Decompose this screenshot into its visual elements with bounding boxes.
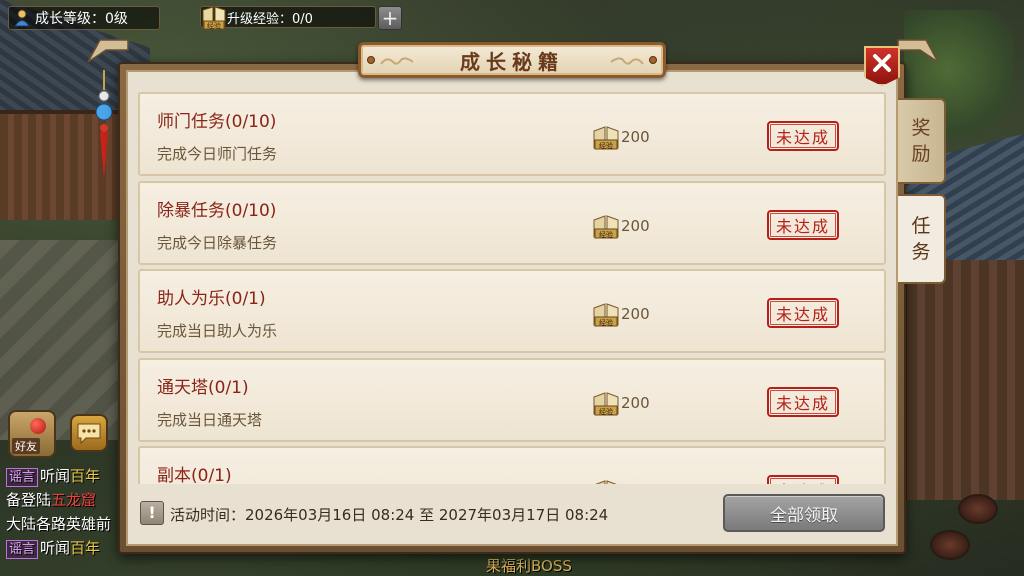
task-description: 完成当日通天塔 — [157, 410, 263, 429]
exp-book-icon: 经验 — [202, 6, 226, 30]
boss-banner-text[interactable]: 果福利BOSS — [486, 555, 572, 576]
growth-level-label: 成长等级：0级 — [35, 11, 128, 27]
add-exp-button[interactable]: + — [378, 6, 402, 30]
exp-book-text: 经验 — [599, 141, 613, 150]
claim-all-button[interactable]: 全部领取 — [723, 494, 885, 532]
cloud-swirl-icon — [610, 57, 644, 65]
exp-book-icon: 经验 — [593, 214, 619, 239]
task-row: 助人为乐(0/1) 完成当日助人为乐 经验 200 未达成 — [138, 269, 886, 353]
exp-book-icon: 经验 — [593, 126, 619, 150]
exp-book-icon: 经验 — [595, 480, 617, 484]
task-title: 助人为乐(0/1) — [157, 289, 266, 309]
chat-bubble-icon — [77, 423, 101, 444]
chat-text: 备登陆 — [6, 491, 52, 509]
jade-pendant-icon[interactable] — [92, 70, 116, 190]
rumor-tag: 谣言 — [6, 468, 39, 487]
panel-corner-ornament — [87, 39, 129, 63]
tab-rewards-label-top: 奖 — [911, 117, 931, 139]
task-title: 副本(0/1) — [157, 466, 232, 484]
background-barrel — [958, 494, 998, 524]
reward-amount: 200 — [621, 128, 650, 146]
person-icon — [14, 9, 30, 27]
upgrade-exp-display: 经验 升级经验：0/0 — [200, 6, 376, 30]
chat-line: 备登陆五龙窟 — [6, 488, 126, 512]
task-reward: 经验 200 — [592, 478, 650, 484]
chat-line: 谣言 听闻百年 — [6, 464, 126, 488]
background-house-right — [904, 260, 1024, 500]
chat-highlight: 五龙窟 — [51, 491, 97, 509]
reward-amount: 200 — [621, 482, 650, 484]
task-description: 完成今日除暴任务 — [157, 233, 278, 252]
close-icon — [873, 54, 891, 72]
exp-book-text: 经验 — [599, 407, 613, 416]
tab-rewards-label-bottom: 励 — [911, 143, 931, 165]
chat-text: 听闻 — [40, 539, 71, 557]
panel-title: 成长秘籍 — [460, 49, 564, 74]
background-barrel — [930, 530, 970, 560]
tab-tasks[interactable]: 任 务 — [898, 194, 946, 284]
task-description: 完成今日师门任务 — [157, 145, 278, 163]
chat-line: 大陆各路英雄前 — [6, 512, 126, 536]
friends-button[interactable]: 好友 — [8, 410, 56, 458]
rivet-icon — [649, 56, 657, 64]
chat-highlight: 百年 — [70, 539, 101, 557]
status-not-achieved-stamp: 未达成 — [767, 298, 839, 328]
chat-highlight: 百年 — [70, 467, 101, 485]
exp-book-text: 经验 — [599, 318, 613, 327]
activity-time-text: 活动时间：2026年03月16日 08:24 至 2027年03月17日 08:… — [170, 506, 609, 524]
chat-text: 听闻 — [40, 467, 71, 485]
panel-title-plate: 成长秘籍 — [358, 42, 666, 78]
chat-log[interactable]: 谣言 听闻百年 备登陆五龙窟 大陆各路英雄前 谣言 听闻百年 — [6, 464, 126, 560]
rumor-tag: 谣言 — [6, 540, 39, 559]
task-row: 副本(0/1) 经验 200 未达成 — [138, 446, 886, 484]
reward-amount: 200 — [621, 216, 650, 235]
exp-book-text: 经验 — [599, 230, 613, 239]
task-title: 通天塔(0/1) — [157, 377, 249, 398]
task-row: 师门任务(0/10) 完成今日师门任务 经验 200 未达成 — [138, 92, 886, 176]
task-reward: 经验 200 — [592, 213, 650, 239]
task-title: 师门任务(0/10) — [157, 112, 277, 132]
panel-corner-ornament — [897, 39, 939, 63]
friends-label: 好友 — [12, 438, 40, 454]
reward-amount: 200 — [621, 305, 650, 323]
chat-text: 大陆各路英雄前 — [6, 515, 112, 533]
exp-book-icon: 经验 — [593, 303, 619, 327]
info-icon[interactable]: ! — [140, 501, 164, 525]
status-not-achieved-stamp: 未达成 — [767, 386, 839, 417]
task-description: 完成当日助人为乐 — [157, 322, 278, 340]
task-title: 除暴任务(0/10) — [157, 200, 277, 221]
task-row: 通天塔(0/1) 完成当日通天塔 经验 200 未达成 — [138, 357, 886, 442]
tab-tasks-label-bottom: 务 — [911, 241, 931, 263]
chat-line: 谣言 听闻百年 — [6, 536, 126, 560]
task-reward: 经验 200 — [592, 390, 650, 416]
status-not-achieved-stamp: 未达成 — [767, 209, 839, 240]
status-not-achieved-stamp: 未达成 — [767, 475, 839, 484]
exp-book-icon: 经验 — [593, 391, 619, 416]
exp-book-text: 经验 — [207, 21, 221, 30]
task-reward: 经验 200 — [592, 124, 650, 150]
status-not-achieved-stamp: 未达成 — [767, 121, 839, 151]
cloud-swirl-icon — [380, 57, 414, 65]
tab-tasks-label-top: 任 — [911, 215, 931, 237]
rivet-icon — [367, 56, 375, 64]
task-list[interactable]: 师门任务(0/10) 完成今日师门任务 经验 200 未达成 除暴任务(0/10… — [138, 92, 886, 484]
growth-level-display[interactable]: 成长等级：0级 — [8, 6, 160, 30]
upgrade-exp-label: 升级经验：0/0 — [227, 11, 313, 27]
notification-dot-icon — [30, 418, 46, 434]
task-reward: 经验 200 — [592, 301, 650, 327]
chat-button[interactable] — [70, 414, 108, 452]
tab-rewards[interactable]: 奖 励 — [898, 98, 946, 184]
task-row: 除暴任务(0/10) 完成今日除暴任务 经验 200 未达成 — [138, 180, 886, 265]
reward-amount: 200 — [621, 393, 650, 412]
